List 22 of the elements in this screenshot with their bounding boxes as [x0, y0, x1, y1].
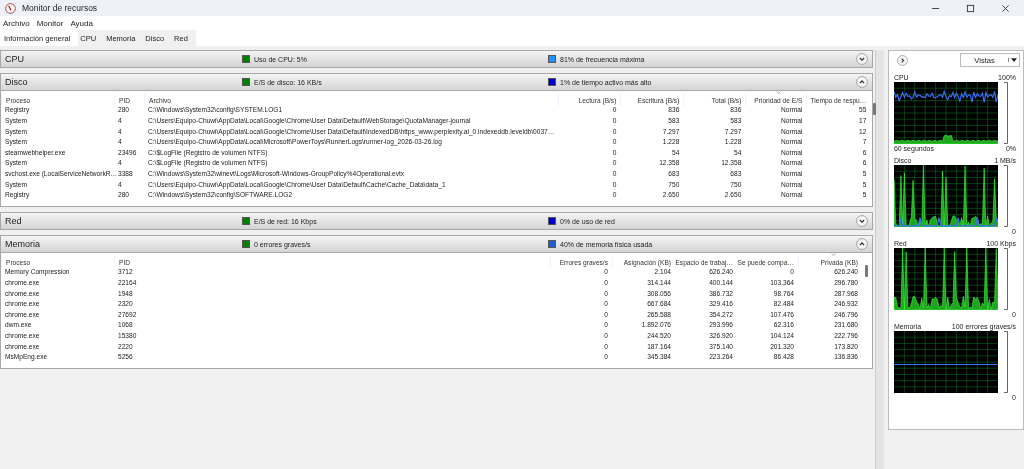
expand-icon[interactable]	[856, 215, 868, 227]
close-icon[interactable]	[1001, 3, 1010, 13]
section-title: Disco	[5, 77, 29, 87]
scale-bracket-icon	[1003, 248, 1008, 310]
maximize-icon[interactable]	[966, 3, 975, 13]
app-icon	[5, 2, 16, 14]
section-title: Memoria	[5, 239, 41, 249]
menu-item[interactable]: Archivo	[3, 18, 30, 28]
collapse-icon[interactable]	[856, 76, 868, 88]
dropdown-arrow-icon[interactable]	[1008, 58, 1019, 62]
expand-icon[interactable]	[856, 53, 868, 65]
scale-bracket-icon	[1003, 331, 1008, 393]
chevron-right-icon[interactable]	[896, 54, 908, 66]
scale-bracket-icon	[1003, 165, 1008, 227]
scrollbar[interactable]	[875, 50, 884, 469]
section-title: Red	[5, 216, 23, 226]
menu-item[interactable]: Ayuda	[70, 18, 93, 28]
menu-item[interactable]: Monitor	[36, 18, 64, 28]
window-title: Monitor de recursos	[22, 3, 98, 13]
section-title: CPU	[5, 54, 25, 64]
collapse-icon[interactable]	[856, 238, 868, 250]
scale-bracket-icon	[1003, 82, 1008, 144]
